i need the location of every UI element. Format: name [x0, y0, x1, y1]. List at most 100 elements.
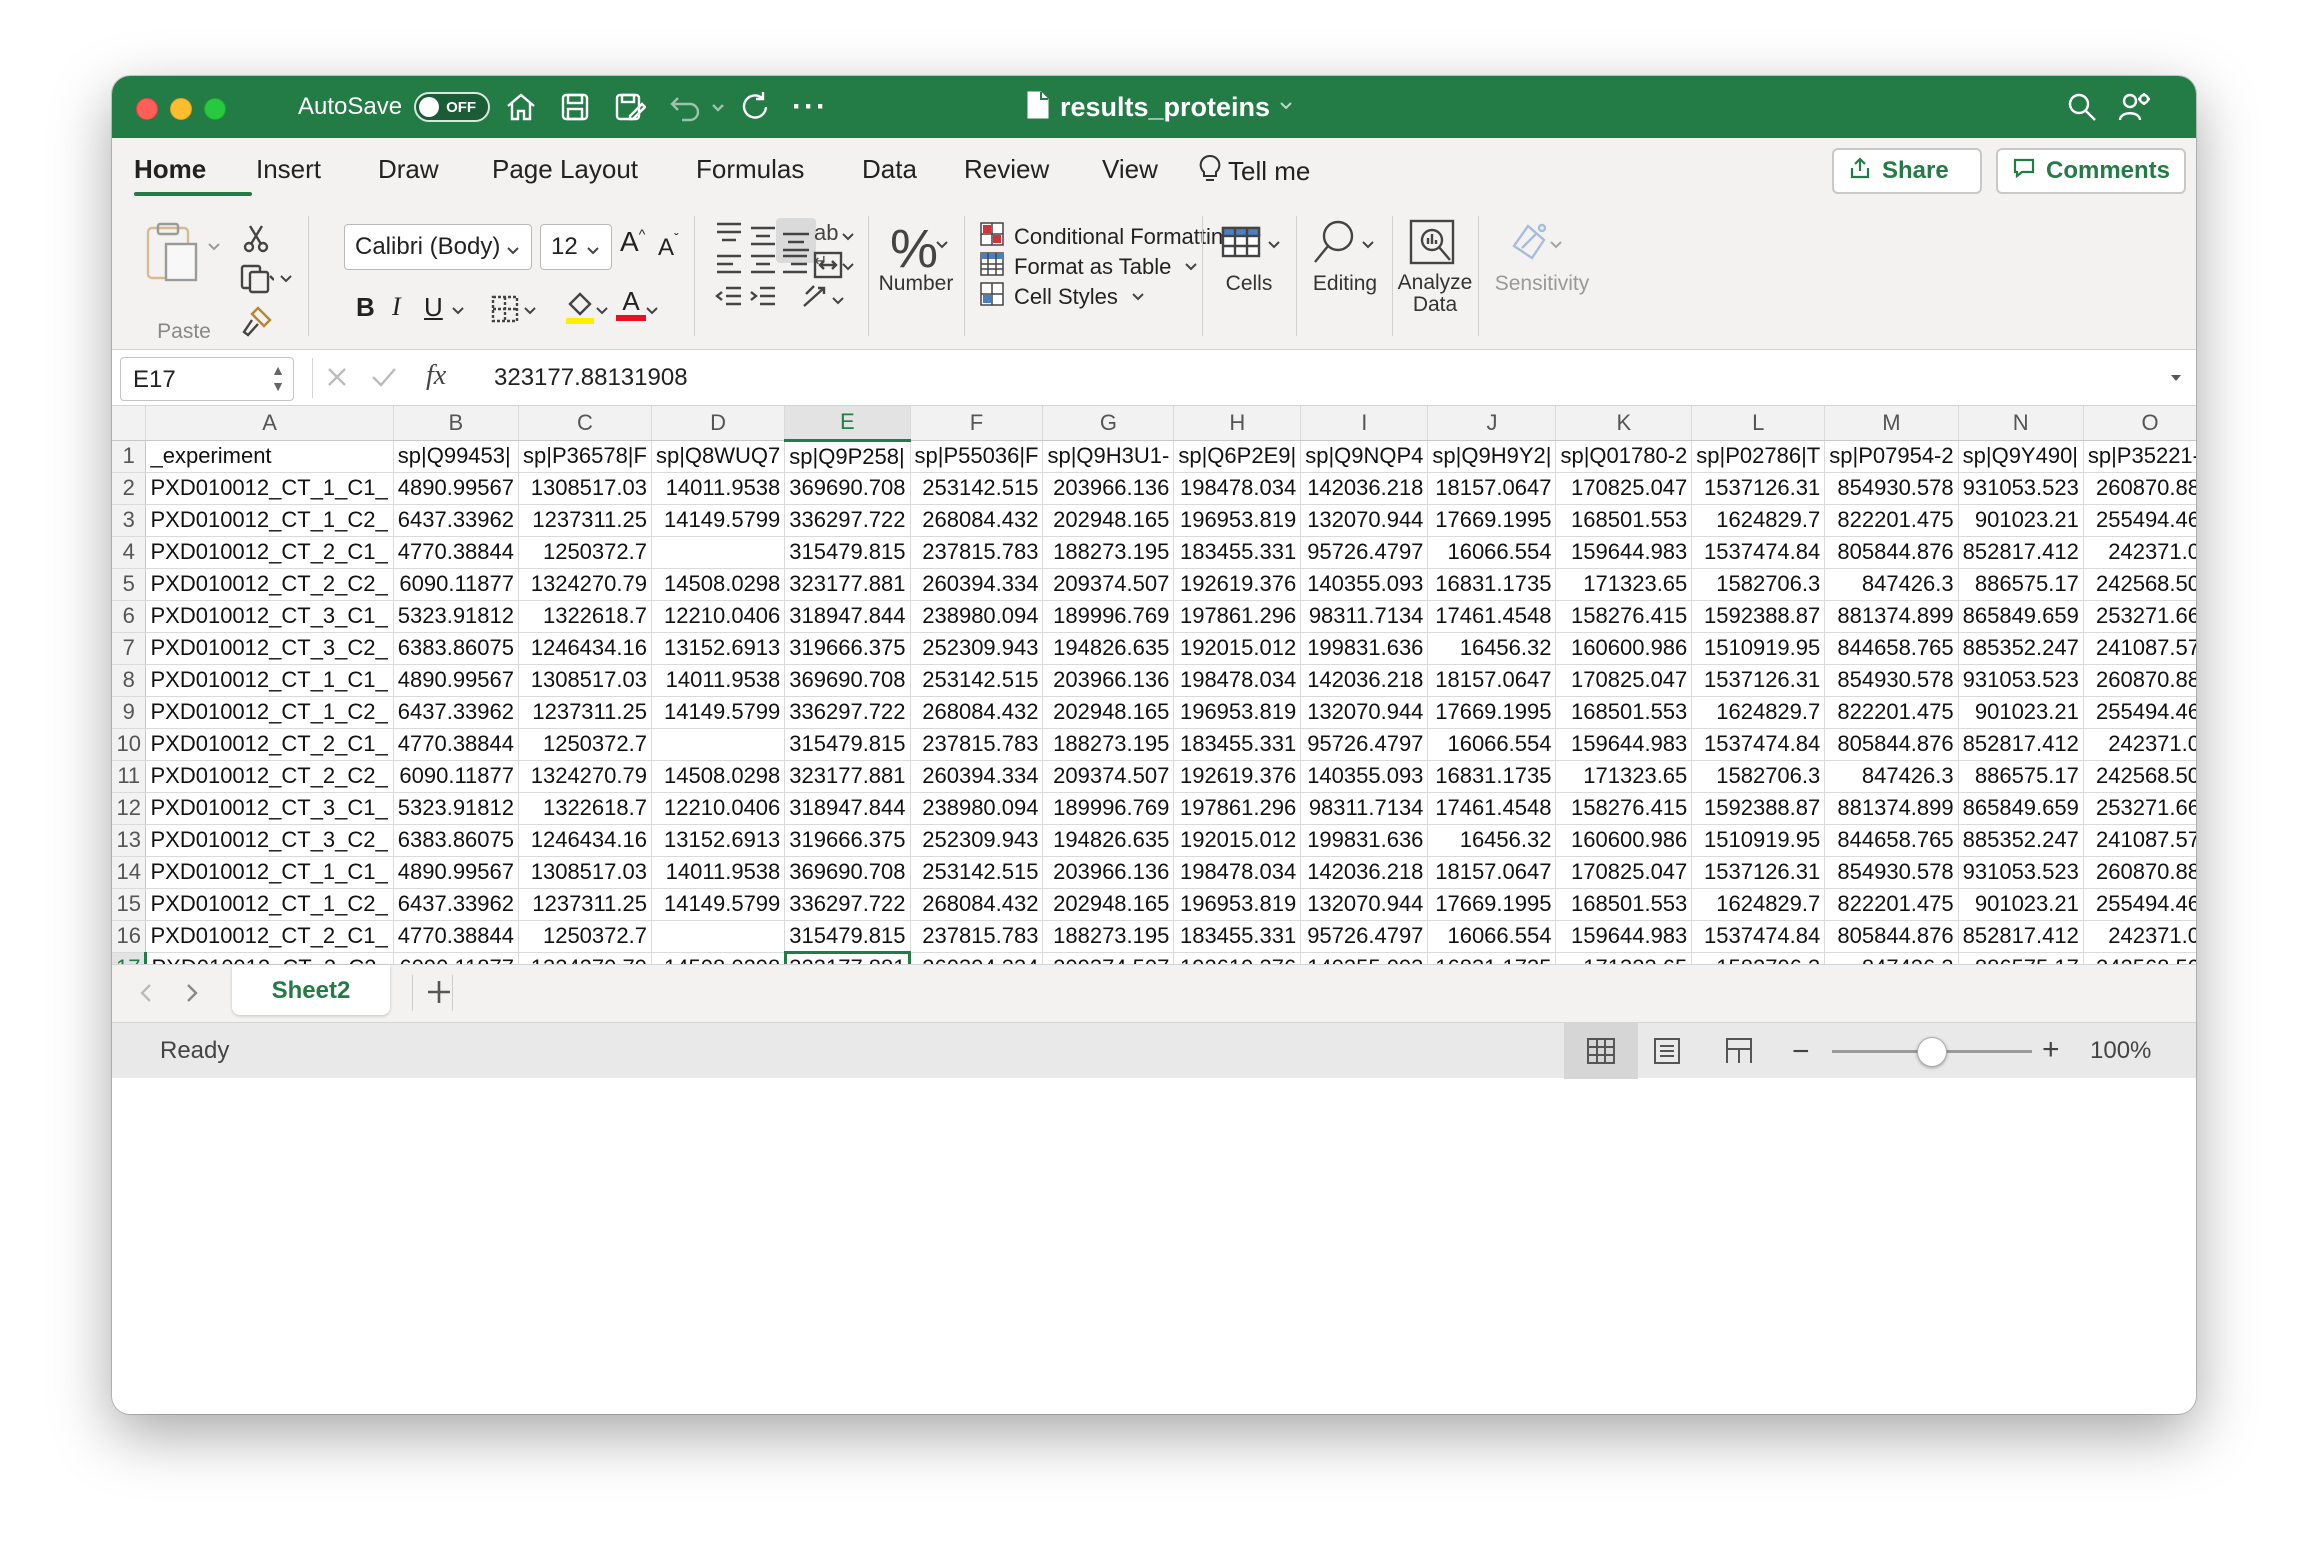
row-header[interactable]: 14 [112, 856, 147, 889]
cell[interactable]: 6383.86075 [393, 632, 520, 665]
cell[interactable]: 6437.33962 [393, 888, 520, 921]
zoom-in-button[interactable]: + [2042, 1033, 2060, 1067]
cell[interactable]: PXD010012_CT_2_C1_ [145, 536, 394, 569]
cell[interactable]: 192619.376 [1173, 952, 1302, 964]
cell[interactable]: sp|Q9H9Y2| [1427, 440, 1557, 473]
cell[interactable]: 1324270.79 [518, 568, 652, 601]
cell[interactable]: sp|Q99453| [393, 440, 520, 473]
row-header[interactable]: 9 [112, 696, 147, 729]
cell[interactable]: 142036.218 [1300, 664, 1429, 697]
cell[interactable]: 253142.515 [910, 664, 1044, 697]
account-icon[interactable] [2118, 76, 2152, 138]
cell[interactable]: 192619.376 [1173, 568, 1302, 601]
tab-page-layout[interactable]: Page Layout [492, 154, 638, 185]
cell[interactable]: sp|P36578|F [518, 440, 652, 473]
next-sheet-icon[interactable] [182, 981, 202, 1010]
cell[interactable]: 4890.99567 [393, 856, 520, 889]
cell[interactable]: 160600.986 [1555, 824, 1693, 857]
column-header-b[interactable]: B [393, 406, 520, 441]
cell[interactable]: 14508.0298 [651, 760, 786, 793]
cell[interactable]: sp|Q6P2E9| [1173, 440, 1302, 473]
cell[interactable]: 16066.554 [1427, 728, 1557, 761]
cell[interactable]: 323177.881 [784, 568, 911, 601]
cell[interactable]: 189996.769 [1042, 600, 1175, 633]
cell[interactable]: PXD010012_CT_2_C1_ [145, 728, 394, 761]
tab-insert[interactable]: Insert [256, 154, 321, 185]
cell[interactable]: 318947.844 [784, 792, 911, 825]
cells-icon[interactable] [1220, 220, 1264, 269]
cell[interactable]: 4770.38844 [393, 920, 520, 953]
cell[interactable]: PXD010012_CT_3_C2_ [145, 632, 394, 665]
cell[interactable]: 268084.432 [910, 888, 1044, 921]
cell[interactable]: 237815.783 [910, 728, 1044, 761]
cell[interactable]: 16831.1735 [1427, 760, 1557, 793]
row-header[interactable]: 5 [112, 568, 147, 601]
cell[interactable]: 192619.376 [1173, 760, 1302, 793]
cell[interactable]: PXD010012_CT_2_C2_ [145, 760, 394, 793]
cell[interactable]: 168501.553 [1555, 888, 1693, 921]
analyze-data-icon[interactable] [1408, 218, 1456, 271]
increase-indent-icon[interactable] [748, 284, 778, 317]
cell[interactable]: 1308517.03 [518, 664, 652, 697]
cell[interactable]: 1624829.7 [1691, 504, 1826, 537]
underline-button[interactable]: U [424, 292, 443, 323]
cell[interactable]: 255494.466 [2083, 504, 2196, 537]
undo-icon[interactable] [668, 76, 702, 138]
confirm-entry-icon[interactable] [370, 364, 398, 395]
name-box[interactable]: E17 ▲ ▼ [120, 357, 294, 401]
cell[interactable]: 16066.554 [1427, 536, 1557, 569]
cell[interactable]: 16831.1735 [1427, 952, 1557, 964]
cell[interactable]: sp|P35221-2 [2083, 440, 2196, 473]
cell[interactable]: 886575.17 [1958, 952, 2084, 964]
column-header-c[interactable]: C [518, 406, 652, 441]
cell[interactable]: PXD010012_CT_2_C2_ [145, 568, 394, 601]
cell[interactable]: 6437.33962 [393, 504, 520, 537]
cell[interactable]: 1237311.25 [518, 696, 652, 729]
cell[interactable]: 196953.819 [1173, 888, 1302, 921]
tab-data[interactable]: Data [862, 154, 917, 185]
cell[interactable]: 1537474.84 [1691, 920, 1826, 953]
row-header[interactable]: 17 [112, 952, 148, 964]
cell[interactable]: 931053.523 [1958, 856, 2084, 889]
cell[interactable]: 255494.466 [2083, 696, 2196, 729]
cell[interactable]: 847426.3 [1824, 952, 1959, 964]
row-header[interactable]: 10 [112, 728, 147, 761]
cell[interactable]: 931053.523 [1958, 664, 2084, 697]
cell[interactable]: 1582706.3 [1691, 952, 1826, 964]
comments-button[interactable]: Comments [1996, 148, 2186, 194]
minimize-window-button[interactable] [170, 98, 192, 120]
cell[interactable]: 159644.983 [1555, 536, 1693, 569]
cell[interactable]: 260870.882 [2083, 856, 2196, 889]
cell[interactable]: 268084.432 [910, 696, 1044, 729]
cell[interactable]: 1624829.7 [1691, 696, 1826, 729]
cell[interactable]: 369690.708 [784, 856, 911, 889]
cell[interactable]: 4770.38844 [393, 728, 520, 761]
cell[interactable]: 13152.6913 [651, 632, 786, 665]
orientation-dropdown-icon[interactable] [830, 292, 846, 313]
cell[interactable]: PXD010012_CT_1_C1_ [145, 664, 394, 697]
tab-review[interactable]: Review [964, 154, 1049, 185]
cell[interactable]: 14149.5799 [651, 888, 786, 921]
cell[interactable]: PXD010012_CT_1_C1_ [145, 472, 394, 505]
cell[interactable]: 196953.819 [1173, 696, 1302, 729]
cell[interactable]: 6090.11877 [393, 952, 520, 964]
cell[interactable]: 13152.6913 [651, 824, 786, 857]
zoom-slider-knob[interactable] [1917, 1037, 1947, 1067]
cell[interactable]: 253142.515 [910, 472, 1044, 505]
tab-draw[interactable]: Draw [378, 154, 439, 185]
cell[interactable]: 158276.415 [1555, 792, 1693, 825]
cell[interactable]: 1510919.95 [1691, 632, 1826, 665]
cell[interactable]: 822201.475 [1824, 696, 1959, 729]
row-header[interactable]: 7 [112, 632, 147, 665]
cell[interactable]: 1322618.7 [518, 792, 652, 825]
cell[interactable]: PXD010012_CT_2_C1_ [145, 920, 394, 953]
cell[interactable]: 260394.334 [910, 952, 1044, 964]
cell[interactable]: sp|Q9Y490| [1958, 440, 2084, 473]
font-color-dropdown-icon[interactable] [644, 302, 660, 323]
cell[interactable]: 260870.882 [2083, 472, 2196, 505]
cell[interactable]: 12210.0406 [651, 600, 786, 633]
cell[interactable]: 865849.659 [1958, 792, 2084, 825]
tell-me-search[interactable]: Tell me [1198, 154, 1310, 191]
align-top-icon[interactable] [714, 220, 744, 253]
cell[interactable]: 198478.034 [1173, 664, 1302, 697]
